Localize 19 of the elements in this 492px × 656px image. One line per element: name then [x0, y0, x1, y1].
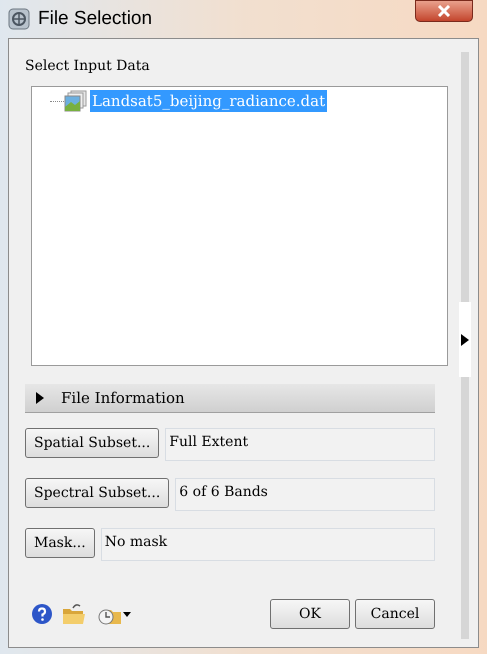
window-title: File Selection [38, 6, 152, 31]
help-icon[interactable] [31, 603, 53, 625]
subset-value-field: No mask [100, 528, 435, 561]
subset-button[interactable]: Spectral Subset... [25, 478, 170, 508]
app-icon [8, 8, 30, 30]
expand-arrow-icon [461, 334, 469, 346]
collapsed-arrow-icon [35, 392, 45, 404]
close-icon [437, 5, 451, 17]
subset-button[interactable]: Spatial Subset... [25, 428, 160, 458]
subset-value-field: 6 of 6 Bands [175, 478, 435, 511]
subset-button[interactable]: Mask... [25, 528, 95, 558]
section-label: Select Input Data [25, 57, 151, 76]
file-information-toggle[interactable]: File Information [25, 384, 435, 413]
caret-icon [123, 612, 131, 616]
close-button[interactable] [415, 0, 473, 22]
dialog-button[interactable]: Cancel [355, 599, 435, 629]
subset-value-field: Full Extent [165, 428, 435, 461]
panel-expand-button[interactable] [459, 302, 471, 377]
dialog-button[interactable]: OK [270, 599, 350, 629]
